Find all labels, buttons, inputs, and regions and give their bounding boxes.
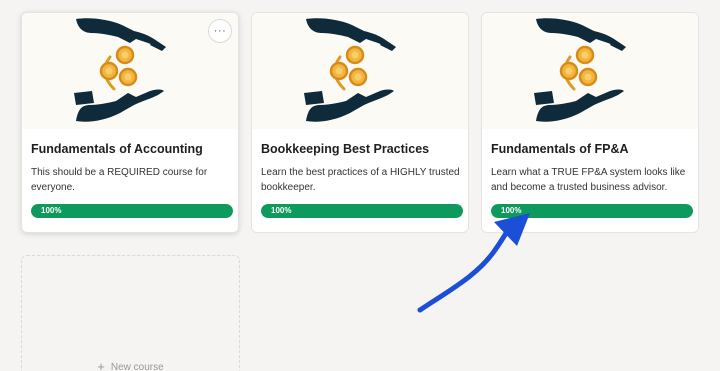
- course-grid: ··· Fundamentals of Accounting This shou…: [0, 0, 720, 371]
- course-title[interactable]: Fundamentals of Accounting: [31, 142, 203, 156]
- hands-coins-icon: [74, 18, 166, 122]
- plus-icon: +: [97, 359, 105, 371]
- course-title[interactable]: Fundamentals of FP&A: [491, 142, 629, 156]
- new-course-button[interactable]: + New course: [21, 255, 240, 371]
- course-thumbnail: [22, 13, 238, 129]
- more-options-icon[interactable]: ···: [208, 19, 232, 43]
- course-title[interactable]: Bookkeeping Best Practices: [261, 142, 429, 156]
- progress-label: 100%: [271, 206, 292, 215]
- course-thumbnail: [252, 13, 468, 129]
- course-card[interactable]: Fundamentals of FP&A Learn what a TRUE F…: [481, 12, 699, 233]
- progress-bar: 100%: [261, 204, 463, 218]
- progress-label: 100%: [501, 206, 522, 215]
- progress-bar: 100%: [31, 204, 233, 218]
- new-course-content: + New course: [22, 359, 239, 371]
- progress-label: 100%: [41, 206, 62, 215]
- progress-bar: 100%: [491, 204, 693, 218]
- hands-coins-icon: [304, 18, 396, 122]
- new-course-label: New course: [110, 362, 164, 371]
- course-description: Learn what a TRUE FP&A system looks like…: [491, 167, 686, 193]
- course-description: This should be a REQUIRED course for eve…: [31, 167, 208, 193]
- hands-coins-icon: [534, 18, 626, 122]
- course-thumbnail: [482, 13, 698, 129]
- course-card[interactable]: Bookkeeping Best Practices Learn the bes…: [251, 12, 469, 233]
- course-card[interactable]: ··· Fundamentals of Accounting This shou…: [21, 12, 239, 233]
- course-description: Learn the best practices of a HIGHLY tru…: [261, 167, 460, 193]
